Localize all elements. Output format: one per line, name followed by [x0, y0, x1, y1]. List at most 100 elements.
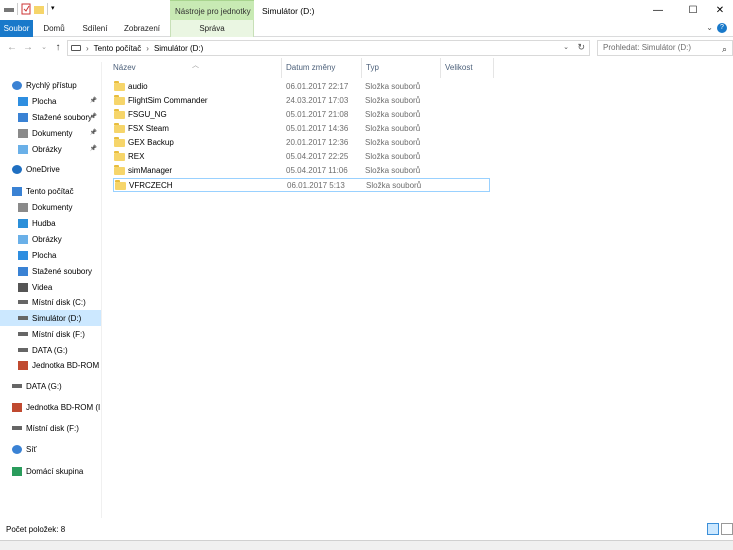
status-bar: Počet položek: 8 — [0, 518, 733, 540]
column-header-name[interactable]: Název ︿ — [109, 58, 281, 78]
file-row[interactable]: simManager 05.04.2017 11:06 Složka souborů — [113, 164, 490, 178]
address-bar[interactable]: › Tento počítač › Simulátor (D:) ⌄ ↻ — [67, 40, 590, 56]
network-icon — [12, 444, 22, 454]
breadcrumb-simulator[interactable]: Simulátor (D:) — [154, 44, 203, 53]
column-header-date[interactable]: Datum změny — [282, 58, 361, 78]
documents-icon — [18, 202, 28, 212]
folder-icon — [114, 95, 125, 105]
refresh-icon[interactable]: ↻ — [577, 42, 585, 53]
file-row[interactable]: VFRCZECH 06.01.2017 5:13 Složka souborů — [113, 178, 490, 192]
sidebar-item-label: Rychlý přístup — [26, 80, 77, 90]
file-type: Složka souborů — [365, 82, 421, 91]
back-button[interactable]: ← — [6, 41, 18, 55]
column-header-type[interactable]: Typ — [362, 58, 440, 78]
tab-home[interactable]: Domů — [38, 20, 70, 37]
sidebar-item[interactable]: OneDrive — [0, 161, 101, 177]
tab-view[interactable]: Zobrazení — [120, 20, 164, 37]
file-row[interactable]: FSX Steam 05.01.2017 14:36 Složka souborů — [113, 122, 490, 136]
file-row[interactable]: GEX Backup 20.01.2017 12:36 Složka souborů — [113, 136, 490, 150]
sidebar-item[interactable]: Místní disk (C:) — [0, 294, 101, 310]
file-date: 05.01.2017 14:36 — [286, 124, 349, 133]
sidebar-item[interactable]: Hudba — [0, 215, 101, 231]
window-title: Simulátor (D:) — [262, 6, 315, 16]
sidebar-item-label: Jednotka BD-ROM (I: — [26, 402, 101, 412]
sidebar-item[interactable]: Plocha 📌 — [0, 93, 101, 109]
file-row[interactable]: audio 06.01.2017 22:17 Složka souborů — [113, 80, 490, 94]
sidebar-item[interactable]: Stažené soubory — [0, 263, 101, 279]
folder-icon — [114, 81, 125, 91]
sidebar-item[interactable]: Místní disk (F:) — [0, 420, 101, 436]
pin-icon[interactable]: 📌 — [90, 145, 97, 152]
help-icon[interactable]: ? — [717, 23, 727, 33]
sidebar-item[interactable]: Obrázky 📌 — [0, 141, 101, 157]
pin-icon[interactable]: 📌 — [90, 129, 97, 136]
search-icon[interactable]: ⌕ — [722, 42, 727, 56]
sidebar-item[interactable]: Místní disk (F:) — [0, 326, 101, 342]
sidebar-item[interactable]: DATA (G:) — [0, 342, 101, 358]
sidebar-item[interactable]: Síť — [0, 441, 101, 457]
details-view-button[interactable] — [707, 523, 719, 535]
sidebar-item-label: Plocha — [32, 250, 57, 260]
tab-manage[interactable]: Správa — [170, 20, 254, 37]
sidebar-item[interactable]: Plocha — [0, 247, 101, 263]
sidebar-item[interactable]: Jednotka BD-ROM (I: — [0, 399, 101, 415]
file-name: simManager — [128, 166, 173, 175]
sidebar-item-label: Místní disk (F:) — [32, 329, 85, 339]
breadcrumb-this-pc[interactable]: Tento počítač — [94, 44, 142, 53]
folder-icon — [114, 151, 125, 161]
sidebar-item-label: Místní disk (F:) — [26, 423, 79, 433]
expand-ribbon-icon[interactable]: ⌄ — [706, 23, 713, 32]
sidebar-item[interactable]: DATA (G:) — [0, 378, 101, 394]
column-divider[interactable] — [493, 58, 494, 78]
sidebar-item[interactable]: Stažené soubory 📌 — [0, 109, 101, 125]
sidebar-item[interactable]: Obrázky — [0, 231, 101, 247]
sidebar-item-label: Dokumenty — [32, 128, 73, 138]
chevron-down-icon[interactable]: ▾ — [51, 3, 61, 15]
column-header-size-label: Velikost — [445, 63, 473, 72]
tab-share[interactable]: Sdílení — [78, 20, 112, 37]
sidebar-item[interactable]: Simulátor (D:) — [0, 310, 101, 326]
sidebar-item[interactable]: Tento počítač — [0, 183, 101, 199]
maximize-button[interactable]: ☐ — [678, 0, 708, 20]
sidebar-item[interactable]: Videa — [0, 279, 101, 295]
star-icon — [12, 80, 22, 90]
file-row[interactable]: FlightSim Commander 24.03.2017 17:03 Složk… — [113, 94, 490, 108]
sidebar-item[interactable]: Dokumenty — [0, 199, 101, 215]
pin-icon[interactable]: 📌 — [90, 97, 97, 104]
sidebar-item-label: Stažené soubory — [32, 112, 93, 122]
drive-icon[interactable] — [4, 3, 14, 15]
sidebar-item-label: Jednotka BD-ROM ( — [32, 360, 101, 370]
large-icons-view-button[interactable] — [721, 523, 733, 535]
file-row[interactable]: REX 05.04.2017 22:25 Složka souborů — [113, 150, 490, 164]
column-header-size[interactable]: Velikost — [441, 58, 493, 78]
disc-icon — [18, 360, 28, 370]
sidebar-item[interactable]: Dokumenty 📌 — [0, 125, 101, 141]
close-button[interactable]: ✕ — [705, 0, 733, 20]
new-folder-icon[interactable] — [34, 3, 44, 15]
sidebar-item[interactable]: Domácí skupina — [0, 463, 101, 479]
recent-locations-button[interactable]: ⌄ — [38, 41, 50, 55]
sidebar-item[interactable]: Jednotka BD-ROM ( — [0, 357, 101, 373]
minimize-button[interactable]: — — [643, 0, 673, 20]
sidebar-item-label: OneDrive — [26, 164, 60, 174]
music-icon — [18, 218, 28, 228]
file-row[interactable]: FSGU_NG 05.01.2017 21:08 Složka souborů — [113, 108, 490, 122]
drive-icon — [12, 426, 22, 430]
file-name: GEX Backup — [128, 138, 174, 147]
sidebar-item[interactable]: Rychlý přístup — [0, 77, 101, 93]
download-icon — [18, 112, 28, 122]
folder-icon — [115, 180, 126, 190]
forward-button[interactable]: → — [22, 41, 34, 55]
download-icon — [18, 266, 28, 276]
up-button[interactable]: ↑ — [52, 41, 64, 55]
file-list: Název ︿ Datum změny Typ Velikost audio 06… — [109, 58, 733, 518]
pin-icon[interactable]: 📌 — [90, 113, 97, 120]
search-input[interactable]: Prohledat: Simulátor (D:) ⌕ — [597, 40, 733, 56]
tab-file[interactable]: Soubor — [0, 20, 33, 37]
properties-icon[interactable] — [21, 3, 31, 15]
sidebar-item-label: Tento počítač — [26, 186, 74, 196]
address-dropdown-icon[interactable]: ⌄ — [563, 43, 569, 51]
pane-divider[interactable] — [101, 62, 102, 518]
column-header-name-label: Název — [113, 63, 136, 72]
sidebar-item-label: Dokumenty — [32, 202, 73, 212]
